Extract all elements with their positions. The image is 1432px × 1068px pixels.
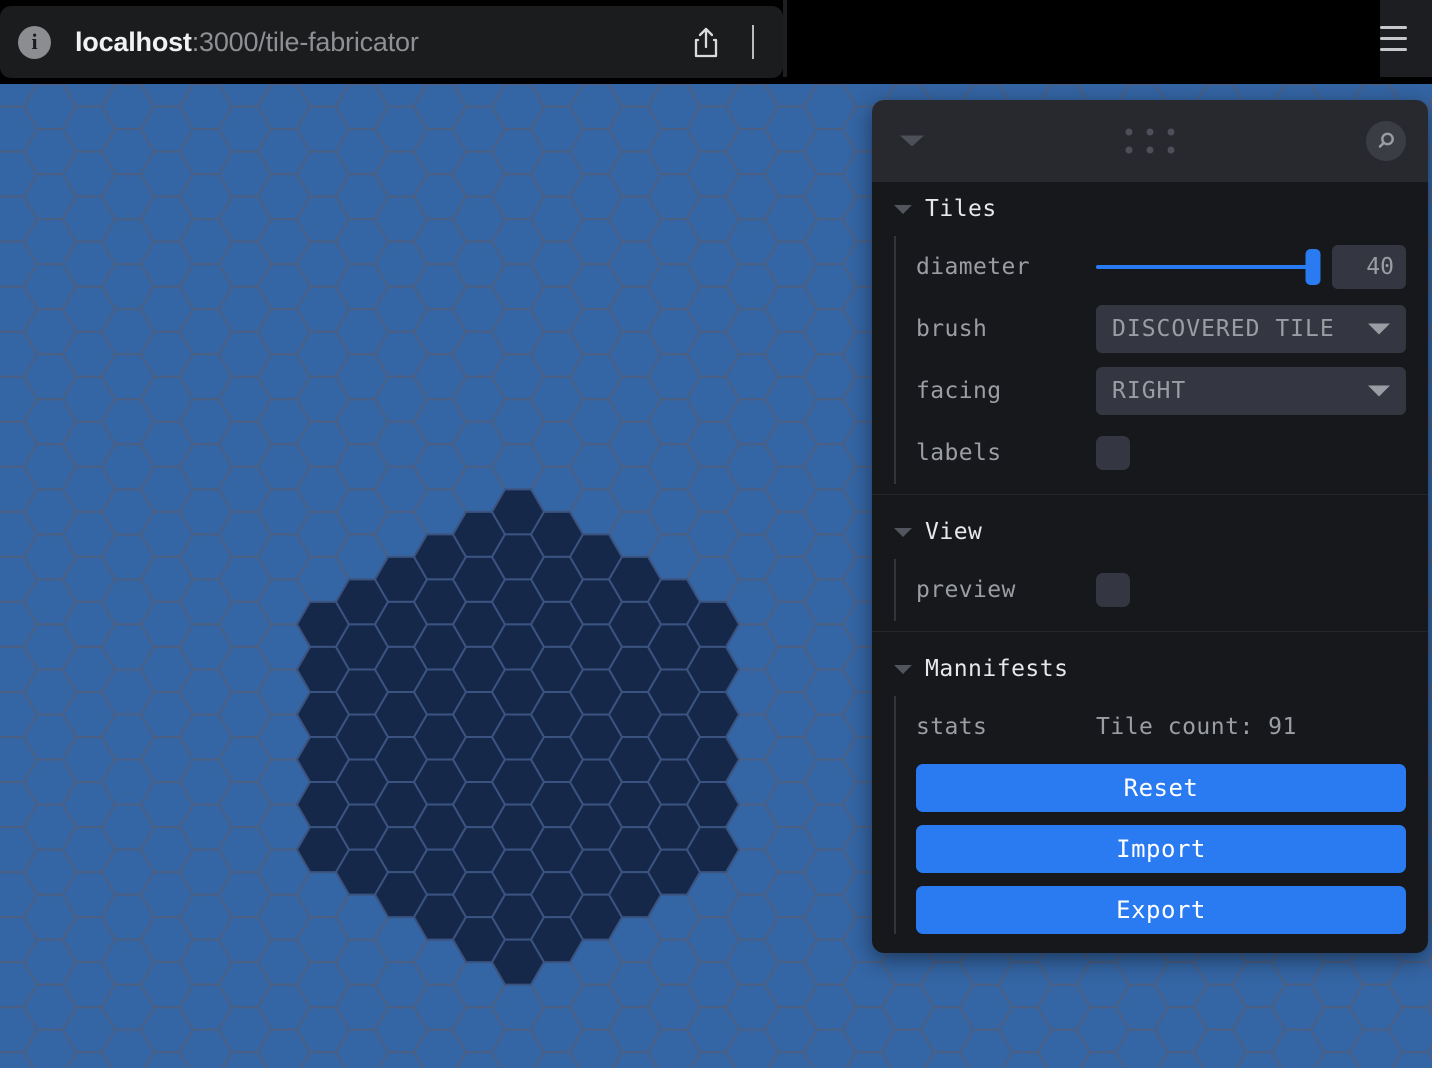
brush-select[interactable]: DISCOVERED TILE	[1096, 305, 1406, 353]
control-stats: Tile count: 91	[1096, 714, 1406, 740]
folder-expand-icon[interactable]	[894, 528, 912, 537]
folder-title-mannifests[interactable]: Mannifests	[894, 642, 1406, 696]
slider-fill	[1096, 265, 1313, 269]
row-facing: facing RIGHT	[916, 360, 1406, 422]
control-facing: RIGHT	[1096, 367, 1406, 415]
row-labels: labels	[916, 422, 1406, 484]
preview-checkbox[interactable]	[1096, 573, 1130, 607]
row-brush: brush DISCOVERED TILE	[916, 298, 1406, 360]
folder-title-view[interactable]: View	[894, 505, 1406, 559]
facing-selected-value: RIGHT	[1112, 378, 1186, 404]
control-diameter: 40	[1096, 245, 1406, 289]
url-path: :3000/tile-fabricator	[192, 27, 419, 57]
control-brush: DISCOVERED TILE	[1096, 305, 1406, 353]
control-panel[interactable]: Tiles diameter 40	[872, 100, 1428, 953]
label-preview: preview	[916, 577, 1096, 603]
address-bar[interactable]: i localhost:3000/tile-fabricator	[0, 6, 783, 78]
folder-label: Mannifests	[925, 656, 1068, 682]
diameter-value[interactable]: 40	[1332, 245, 1406, 289]
facing-select[interactable]: RIGHT	[1096, 367, 1406, 415]
reset-button[interactable]: Reset	[916, 764, 1406, 812]
folder-expand-icon[interactable]	[894, 205, 912, 214]
divider	[872, 631, 1428, 632]
diameter-slider[interactable]	[1096, 250, 1320, 284]
folder-expand-icon[interactable]	[894, 665, 912, 674]
search-icon[interactable]	[1366, 121, 1406, 161]
slider-knob[interactable]	[1306, 249, 1321, 285]
control-labels	[1096, 436, 1406, 470]
label-brush: brush	[916, 316, 1096, 342]
export-button[interactable]: Export	[916, 886, 1406, 934]
chevron-down-icon	[1368, 386, 1390, 397]
row-preview: preview	[916, 559, 1406, 621]
drag-handle-dots-icon[interactable]	[1126, 129, 1175, 154]
folder-tiles: Tiles diameter 40	[872, 182, 1428, 484]
label-stats: stats	[916, 714, 1096, 740]
folder-label: View	[925, 519, 982, 545]
stats-value: Tile count: 91	[1096, 714, 1297, 740]
brush-selected-value: DISCOVERED TILE	[1112, 316, 1335, 342]
row-diameter: diameter 40	[916, 236, 1406, 298]
manifest-buttons: Reset Import Export	[916, 758, 1406, 934]
folder-content-tiles: diameter 40 brush	[894, 236, 1406, 484]
label-labels: labels	[916, 440, 1096, 466]
folder-mannifests: Mannifests stats Tile count: 91 Reset Im…	[872, 642, 1428, 934]
url-text: localhost:3000/tile-fabricator	[75, 27, 419, 58]
app-root: i localhost:3000/tile-fabricator	[0, 0, 1432, 1068]
panel-header[interactable]	[872, 100, 1428, 182]
import-button[interactable]: Import	[916, 825, 1406, 873]
share-icon[interactable]	[689, 24, 723, 60]
chevron-down-icon[interactable]	[900, 136, 924, 147]
label-diameter: diameter	[916, 254, 1096, 280]
chevron-down-icon	[1368, 324, 1390, 335]
panel-body: Tiles diameter 40	[872, 182, 1428, 953]
row-stats: stats Tile count: 91	[916, 696, 1406, 758]
divider	[872, 494, 1428, 495]
browser-chrome: i localhost:3000/tile-fabricator	[0, 0, 1432, 84]
labels-checkbox[interactable]	[1096, 436, 1130, 470]
info-icon[interactable]: i	[18, 26, 51, 59]
label-facing: facing	[916, 378, 1096, 404]
control-preview	[1096, 573, 1406, 607]
text-cursor	[752, 25, 754, 59]
folder-content-view: preview	[894, 559, 1406, 621]
browser-toolbar-fill	[787, 0, 1380, 77]
folder-label: Tiles	[925, 196, 997, 222]
hamburger-menu-icon[interactable]	[1365, 0, 1422, 77]
folder-view: View preview	[872, 505, 1428, 621]
url-host: localhost	[75, 27, 192, 57]
folder-content-mannifests: stats Tile count: 91 Reset Import Export	[894, 696, 1406, 934]
folder-title-tiles[interactable]: Tiles	[894, 182, 1406, 236]
